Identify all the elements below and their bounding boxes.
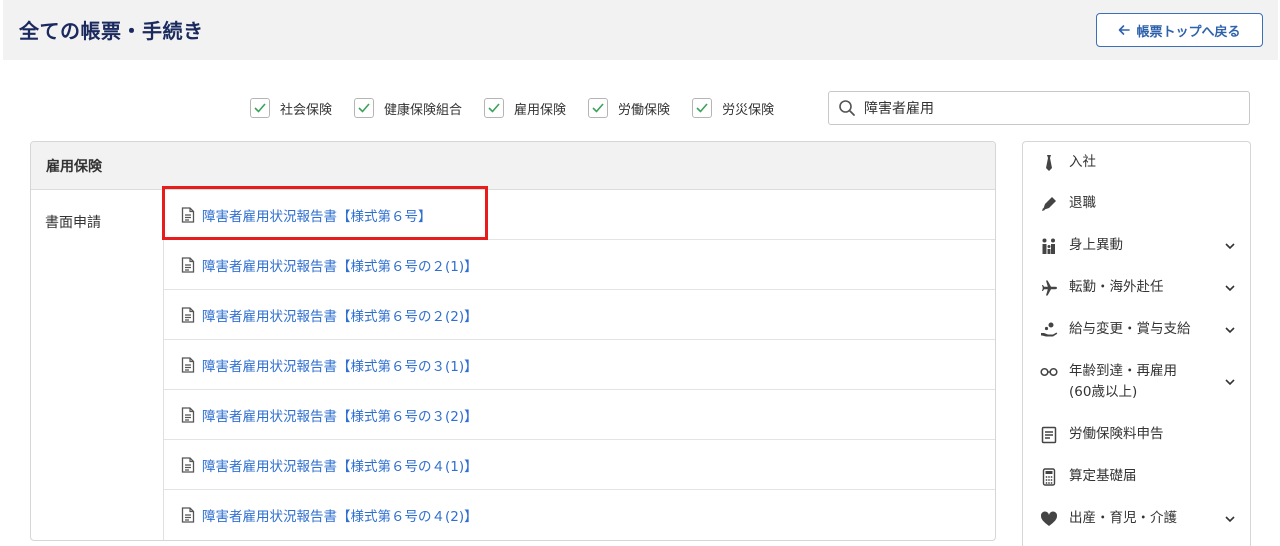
family-icon bbox=[1040, 237, 1058, 255]
sidebar-item-label: 出産・育児・介護 bbox=[1069, 510, 1177, 526]
form-link-row[interactable]: 障害者雇用状況報告書【様式第６号の２(1)】 bbox=[164, 240, 995, 290]
checkbox[interactable] bbox=[484, 98, 505, 118]
document-icon bbox=[181, 256, 195, 273]
sidebar-item-label: 退職 bbox=[1069, 195, 1096, 211]
checkbox[interactable] bbox=[250, 98, 270, 118]
filter-label: 雇用保険 bbox=[514, 102, 567, 118]
document-icon bbox=[181, 456, 195, 473]
form-link[interactable]: 障害者雇用状況報告書【様式第６号】 bbox=[202, 205, 432, 225]
checkbox[interactable] bbox=[588, 98, 609, 118]
chevron-down-icon bbox=[1225, 242, 1235, 249]
pen-icon bbox=[1040, 195, 1058, 213]
category-label: 書面申請 bbox=[45, 215, 101, 231]
document-icon bbox=[181, 306, 195, 323]
chevron-down-icon bbox=[1225, 379, 1235, 386]
filter-label: 労働保険 bbox=[618, 102, 671, 118]
sidebar-item-taishoku[interactable]: 退職 bbox=[1023, 193, 1250, 214]
form-link[interactable]: 障害者雇用状況報告書【様式第６号の２(1)】 bbox=[202, 255, 478, 275]
sidebar-item-rodo-hokenryo[interactable]: 労働保険料申告 bbox=[1023, 424, 1250, 445]
sidebar-item-label: 年齢到達・再雇用 bbox=[1069, 363, 1177, 379]
form-link[interactable]: 障害者雇用状況報告書【様式第６号の３(1)】 bbox=[202, 355, 478, 375]
filter-rosai-hoken[interactable]: 労災保険 bbox=[692, 98, 774, 118]
sidebar-item-kyuyo-henko[interactable]: 給与変更・賞与支給 bbox=[1023, 319, 1250, 340]
sidebar-item-label: 算定基礎届 bbox=[1069, 468, 1137, 484]
form-link-row[interactable]: 障害者雇用状況報告書【様式第６号の３(1)】 bbox=[164, 340, 995, 390]
form-list: 障害者雇用状況報告書【様式第６号】 障害者雇用状況報告書【様式第６号の２(1)】… bbox=[164, 190, 995, 540]
results-panel: 雇用保険 書面申請 障害者雇用状況報告書【様式第６号】 障害者雇用状況報告書【様… bbox=[30, 141, 996, 541]
checkmark-icon bbox=[254, 103, 266, 113]
back-to-forms-top-button[interactable]: 帳票トップへ戻る bbox=[1096, 13, 1263, 47]
form-link-row[interactable]: 障害者雇用状況報告書【様式第６号の４(2)】 bbox=[164, 490, 995, 540]
checkmark-icon bbox=[488, 103, 500, 113]
form-link[interactable]: 障害者雇用状況報告書【様式第６号の２(2)】 bbox=[202, 305, 478, 325]
chevron-down-icon bbox=[1225, 515, 1235, 522]
form-link-row[interactable]: 障害者雇用状況報告書【様式第６号の３(2)】 bbox=[164, 390, 995, 440]
sidebar-item-tenkin-kaigai[interactable]: 転勤・海外赴任 bbox=[1023, 277, 1250, 298]
filter-koyo-hoken[interactable]: 雇用保険 bbox=[484, 98, 566, 118]
search-box[interactable] bbox=[828, 91, 1250, 125]
filter-shakai-hoken[interactable]: 社会保険 bbox=[250, 98, 332, 118]
document-icon bbox=[181, 507, 195, 523]
sidebar-item-nyusha[interactable]: 入社 bbox=[1023, 152, 1250, 173]
back-button-label: 帳票トップへ戻る bbox=[1136, 24, 1241, 40]
checkmark-icon bbox=[358, 103, 370, 113]
procedure-category-sidebar: 入社 退職 身上異動 転勤・海外赴任 給与変更・賞与支給 年齢到達・再雇用 (6… bbox=[1022, 141, 1251, 546]
form-link[interactable]: 障害者雇用状況報告書【様式第６号の４(2)】 bbox=[202, 505, 478, 525]
form-link[interactable]: 障害者雇用状況報告書【様式第６号の４(1)】 bbox=[202, 455, 478, 475]
sidebar-item-label: 入社 bbox=[1069, 154, 1096, 170]
form-link-row[interactable]: 障害者雇用状況報告書【様式第６号の４(1)】 bbox=[164, 440, 995, 490]
tie-icon bbox=[1040, 154, 1058, 172]
checkmark-icon bbox=[696, 103, 708, 113]
glasses-icon bbox=[1040, 363, 1058, 381]
sidebar-item-sublabel: (60歳以上) bbox=[1069, 384, 1138, 400]
filter-kenko-hoken-kumiai[interactable]: 健康保険組合 bbox=[354, 98, 462, 118]
sidebar-item-label: 身上異動 bbox=[1069, 237, 1123, 253]
checkmark-icon bbox=[592, 103, 604, 113]
arrow-left-icon bbox=[1119, 25, 1131, 35]
document-icon bbox=[181, 406, 195, 423]
search-icon bbox=[839, 100, 855, 116]
category-column: 書面申請 bbox=[31, 190, 164, 540]
filter-label: 労災保険 bbox=[722, 102, 775, 118]
sidebar-item-shussan-ikuji[interactable]: 出産・育児・介護 bbox=[1023, 508, 1250, 529]
page-header: 全ての帳票・手続き 帳票トップへ戻る bbox=[3, 0, 1278, 60]
sidebar-item-nenrei-toutatsu[interactable]: 年齢到達・再雇用 (60歳以上) bbox=[1023, 361, 1250, 403]
panel-heading: 雇用保険 bbox=[31, 142, 995, 190]
money-hand-icon bbox=[1040, 321, 1058, 339]
checkbox[interactable] bbox=[692, 98, 713, 118]
page-title: 全ての帳票・手続き bbox=[19, 19, 204, 43]
form-link-row[interactable]: 障害者雇用状況報告書【様式第６号】 bbox=[164, 190, 995, 240]
sidebar-item-label: 転勤・海外赴任 bbox=[1069, 279, 1164, 295]
insurance-filter-bar: 社会保険 健康保険組合 雇用保険 労働保険 労災保険 bbox=[250, 92, 796, 124]
checkbox[interactable] bbox=[354, 98, 375, 118]
document-icon bbox=[181, 356, 195, 373]
filter-rodo-hoken[interactable]: 労働保険 bbox=[588, 98, 670, 118]
calculator-icon bbox=[1040, 467, 1058, 486]
document-icon bbox=[181, 206, 195, 223]
form-link[interactable]: 障害者雇用状況報告書【様式第６号の３(2)】 bbox=[202, 405, 478, 425]
chevron-down-icon bbox=[1225, 284, 1235, 291]
document-list-icon bbox=[1040, 426, 1058, 444]
sidebar-item-shinjo-ido[interactable]: 身上異動 bbox=[1023, 235, 1250, 256]
sidebar-item-santei-kiso[interactable]: 算定基礎届 bbox=[1023, 466, 1250, 487]
filter-label: 健康保険組合 bbox=[384, 102, 463, 118]
search-input[interactable] bbox=[864, 100, 1234, 116]
form-link-row[interactable]: 障害者雇用状況報告書【様式第６号の２(2)】 bbox=[164, 290, 995, 340]
sidebar-item-label: 給与変更・賞与支給 bbox=[1069, 321, 1191, 337]
airplane-icon bbox=[1040, 279, 1058, 297]
heart-icon bbox=[1040, 510, 1058, 528]
filter-label: 社会保険 bbox=[280, 102, 333, 118]
sidebar-item-label: 労働保険料申告 bbox=[1069, 426, 1164, 442]
chevron-down-icon bbox=[1225, 326, 1235, 333]
